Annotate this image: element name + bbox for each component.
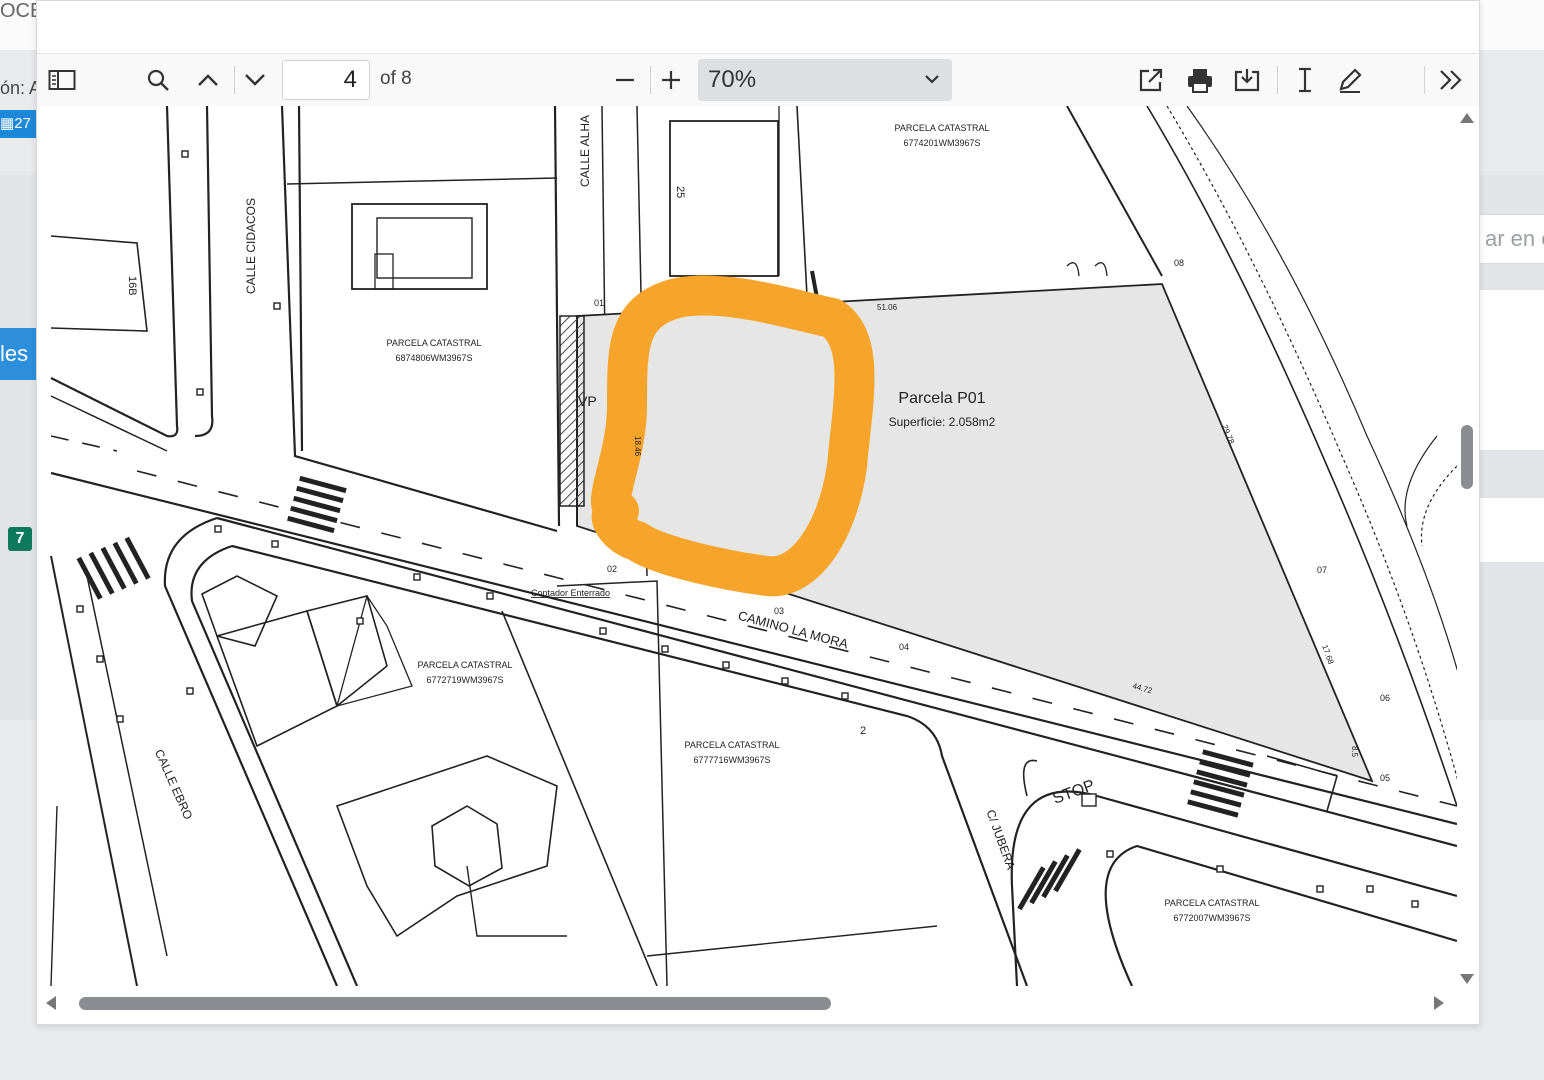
vertical-scrollbar-thumb[interactable] [1461, 425, 1473, 489]
parcel-left-ref: 6874806WM3967S [395, 353, 472, 363]
text-cursor-icon [1299, 67, 1311, 93]
building-number-1: 16B [126, 276, 138, 296]
next-page-button[interactable] [238, 63, 272, 97]
external-link-icon [1139, 68, 1163, 92]
pen-icon [1339, 68, 1362, 93]
zoom-select[interactable]: 70% [698, 59, 952, 101]
parcel-mid2-label: PARCELA CATASTRAL [684, 740, 779, 750]
document-content: CALLE CIDACOS CALLE ALHA CAMINO LA MORA … [37, 106, 1479, 1024]
find-button[interactable] [141, 63, 175, 97]
dimension-6: 8.5 [1350, 746, 1359, 758]
zoom-in-button[interactable] [654, 63, 688, 97]
scroll-down-arrow-icon[interactable] [1459, 973, 1475, 985]
chevron-up-icon [198, 74, 218, 86]
sidebar-toggle-icon [48, 70, 76, 90]
point-03: 03 [774, 606, 784, 616]
street-label-alhama: CALLE ALHA [578, 115, 592, 187]
street-label-mora: CAMINO LA MORA [736, 608, 850, 652]
point-04: 04 [899, 642, 909, 652]
point-07: 07 [1317, 565, 1327, 575]
building-number-2: 25 [674, 186, 686, 198]
calendar-icon: ▦ [0, 115, 15, 132]
more-tools-button[interactable] [1434, 63, 1468, 97]
toolbar-separator [234, 66, 235, 94]
contador-label: Contador Enterrado [531, 588, 610, 598]
street-label-ebro: CALLE EBRO [152, 747, 195, 822]
text-tool-button[interactable] [1288, 63, 1322, 97]
scroll-right-arrow-icon[interactable] [1433, 995, 1445, 1011]
toolbar-separator [1277, 66, 1278, 94]
parcel-left-label: PARCELA CATASTRAL [386, 338, 481, 348]
printer-icon [1188, 69, 1212, 93]
parcel-mid1-label: PARCELA CATASTRAL [417, 660, 512, 670]
scroll-up-arrow-icon[interactable] [1459, 112, 1475, 124]
background-right-panel [1480, 290, 1544, 450]
point-05: 05 [1380, 773, 1390, 783]
parcel-br-label: PARCELA CATASTRAL [1164, 898, 1259, 908]
site-plan-drawing: CALLE CIDACOS CALLE ALHA CAMINO LA MORA … [50, 106, 1457, 986]
sidebar-toggle-button[interactable] [45, 63, 79, 97]
date-chip-text: 27 [14, 115, 31, 132]
draw-tool-button[interactable] [1333, 63, 1367, 97]
street-label-jubera: C/ JUBERA [983, 808, 1018, 872]
horizontal-scrollbar-thumb[interactable] [79, 997, 831, 1010]
save-button[interactable] [1230, 63, 1264, 97]
page-number-input[interactable] [282, 60, 370, 100]
background-right-row [1480, 498, 1544, 562]
street-mark: 2 [860, 725, 866, 737]
dimension-1: 51.06 [877, 303, 898, 312]
scroll-left-arrow-icon[interactable] [45, 995, 57, 1011]
point-06: 06 [1380, 693, 1390, 703]
pdf-toolbar: of 8 70% [37, 53, 1479, 107]
open-in-app-button[interactable] [1134, 63, 1168, 97]
toolbar-separator [1424, 66, 1425, 94]
parcel-mid2-ref: 6777716WM3967S [693, 755, 770, 765]
double-chevron-right-icon [1440, 70, 1462, 90]
pdf-viewer-window: of 8 70% [36, 0, 1480, 1025]
plus-icon [662, 71, 680, 89]
dimension-2: 18.46 [633, 436, 642, 457]
background-count-badge: 7 [8, 527, 32, 551]
zoom-value: 70% [708, 66, 757, 93]
main-parcel-title: Parcela P01 [898, 390, 985, 407]
parcel-top-ref: 6774201WM3967S [903, 138, 980, 148]
chevron-down-icon [245, 74, 265, 86]
street-label-cidacos: CALLE CIDACOS [244, 198, 258, 294]
page-count-label: of 8 [380, 68, 412, 89]
parcel-mid1-ref: 6772719WM3967S [426, 675, 503, 685]
point-02: 02 [607, 564, 617, 574]
download-icon [1234, 69, 1260, 92]
search-icon [147, 69, 169, 91]
parcel-top-label: PARCELA CATASTRAL [894, 123, 989, 133]
point-01: 01 [594, 298, 604, 308]
background-search-input[interactable]: ar en c [1478, 214, 1544, 264]
background-date-chip: ▦27 [0, 110, 36, 138]
main-parcel-area: Superficie: 2.058m2 [889, 415, 996, 429]
toolbar-separator [650, 66, 651, 94]
vp-label: VP [578, 393, 597, 409]
parcel-br-ref: 6772007WM3967S [1173, 913, 1250, 923]
background-field-label: ón: A [0, 78, 42, 98]
zoom-out-button[interactable] [608, 63, 642, 97]
minus-icon [616, 78, 634, 82]
print-button[interactable] [1183, 63, 1217, 97]
previous-page-button[interactable] [191, 63, 225, 97]
chevron-down-icon [925, 75, 939, 84]
background-tab-button[interactable]: les [0, 328, 36, 380]
point-08: 08 [1174, 258, 1184, 268]
